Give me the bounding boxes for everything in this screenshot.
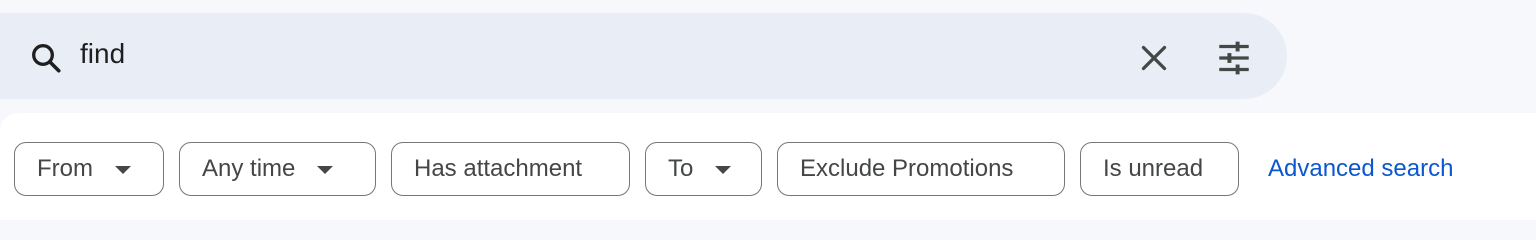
any-time-filter-chip[interactable]: Any time: [179, 142, 376, 196]
dropdown-caret-icon: [115, 166, 131, 174]
search-input[interactable]: find: [80, 34, 125, 74]
close-icon[interactable]: [1136, 40, 1172, 76]
to-filter-chip[interactable]: To: [645, 142, 762, 196]
exclude-promotions-filter-chip[interactable]: Exclude Promotions: [777, 142, 1065, 196]
is-unread-filter-chip[interactable]: Is unread: [1080, 142, 1239, 196]
chip-label: To: [668, 155, 694, 182]
chip-label: Exclude Promotions: [800, 155, 1014, 182]
from-filter-chip[interactable]: From: [14, 142, 164, 196]
advanced-search-link[interactable]: Advanced search: [1268, 152, 1453, 186]
chip-label: From: [37, 155, 93, 182]
chip-label: Is unread: [1103, 155, 1204, 182]
dropdown-caret-icon: [317, 166, 334, 174]
search-icon[interactable]: [28, 40, 64, 76]
has-attachment-filter-chip[interactable]: Has attachment: [391, 142, 630, 196]
dropdown-caret-icon: [715, 166, 732, 174]
chip-label: Any time: [202, 155, 296, 182]
search-bar[interactable]: [0, 13, 1287, 99]
chip-label: Has attachment: [414, 155, 583, 182]
tune-icon[interactable]: [1214, 40, 1254, 76]
